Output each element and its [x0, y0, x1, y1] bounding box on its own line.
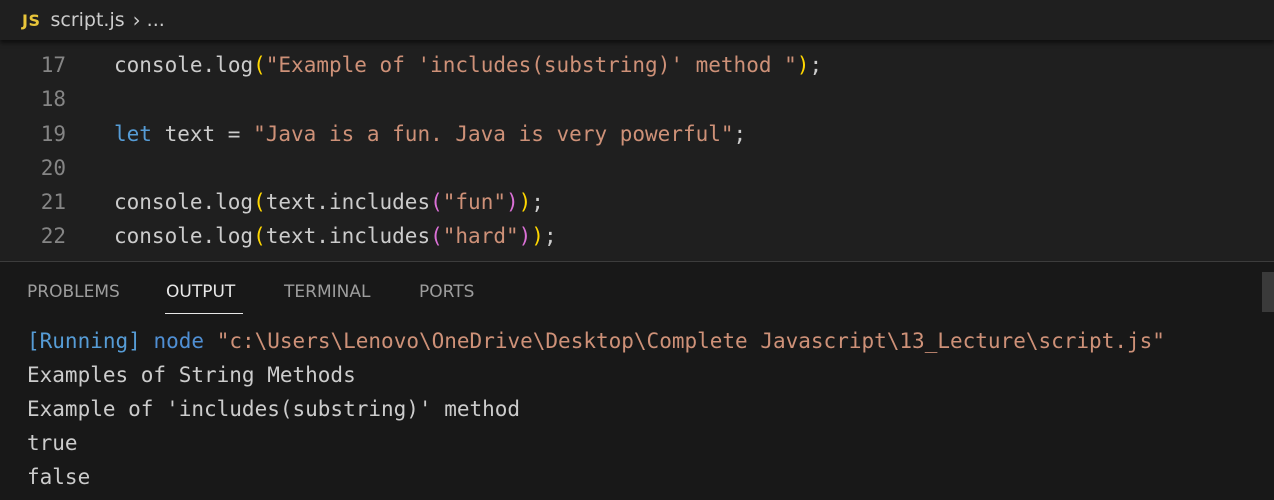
code-token: text.includes	[265, 190, 431, 214]
bottom-panel: PROBLEMS OUTPUT TERMINAL PORTS [Running]…	[0, 262, 1274, 500]
tab-ports[interactable]: PORTS	[419, 282, 474, 302]
code-token: ;	[809, 53, 823, 77]
line-code[interactable]: let text = "Java is a fun. Java is very …	[114, 117, 746, 151]
code-token: (	[253, 224, 266, 248]
code-editor[interactable]: 17 console.log("Example of 'includes(subs…	[0, 40, 1274, 261]
code-token: )	[518, 190, 532, 214]
line-code[interactable]: console.log(text.includes("hard"));	[114, 219, 557, 253]
code-line[interactable]: 21 console.log(text.includes("fun"));	[0, 185, 1274, 219]
code-token: log	[215, 53, 254, 77]
run-path: "c:\Users\Lenovo\OneDrive\Desktop\Comple…	[216, 329, 1165, 353]
output-line: true	[27, 431, 78, 455]
active-tab-indicator	[165, 313, 243, 314]
code-token: ;	[733, 122, 747, 146]
line-number: 17	[40, 53, 66, 77]
breadcrumb-more[interactable]: ...	[147, 9, 165, 31]
chevron-right-icon: ›	[132, 8, 141, 32]
line-number: 20	[40, 156, 66, 180]
output-line: Examples of String Methods	[27, 363, 356, 387]
code-token: )	[505, 190, 519, 214]
output-line: false	[27, 465, 91, 489]
code-line[interactable]: 22 console.log(text.includes("hard"));	[0, 219, 1274, 253]
code-token: ;	[531, 190, 544, 214]
code-token: )	[796, 53, 810, 77]
javascript-file-icon: JS	[22, 10, 41, 30]
code-token: (	[430, 190, 443, 214]
breadcrumb-file[interactable]: script.js	[50, 9, 124, 31]
line-number: 18	[40, 87, 66, 111]
code-token: (	[253, 53, 266, 77]
code-token: console.log	[114, 224, 254, 248]
line-number: 22	[40, 224, 66, 248]
breadcrumb: JS script.js › ...	[0, 0, 1274, 40]
code-token: "hard"	[442, 224, 519, 248]
code-line[interactable]: 17 console.log("Example of 'includes(subs…	[0, 48, 1274, 82]
code-token: )	[518, 224, 532, 248]
code-token: .	[202, 53, 216, 77]
line-code[interactable]: console.log(text.includes("fun"));	[114, 185, 544, 219]
code-token: let	[114, 122, 152, 146]
code-token: "fun"	[442, 190, 506, 214]
code-token: text.includes	[265, 224, 431, 248]
panel-scrollbar[interactable]	[1262, 272, 1274, 312]
code-token: )	[531, 224, 544, 248]
tab-problems[interactable]: PROBLEMS	[27, 282, 120, 302]
code-token: console	[114, 53, 203, 77]
tab-terminal[interactable]: TERMINAL	[284, 282, 370, 302]
line-number: 21	[40, 190, 66, 214]
line-number: 19	[40, 122, 66, 146]
tab-output[interactable]: OUTPUT	[166, 282, 235, 302]
code-token: ;	[543, 224, 557, 248]
code-token: text =	[151, 122, 254, 146]
run-command: node	[153, 329, 205, 353]
running-tag: [Running]	[27, 329, 141, 353]
code-token: "Example of 'includes(substring)' method…	[265, 53, 797, 77]
code-token: console.log	[114, 190, 254, 214]
code-token: (	[430, 224, 443, 248]
output-running-line: [Running] node "c:\Users\Lenovo\OneDrive…	[27, 324, 1165, 358]
code-token: "Java is a fun. Java is very powerful"	[253, 122, 734, 146]
code-line[interactable]: 20	[0, 151, 1274, 185]
code-token: (	[253, 190, 266, 214]
output-line: Example of 'includes(substring)' method	[27, 397, 521, 421]
line-code[interactable]: console.log("Example of 'includes(substr…	[114, 48, 822, 82]
code-line[interactable]: 18	[0, 82, 1274, 116]
code-line[interactable]: 19 let text = "Java is a fun. Java is ver…	[0, 117, 1274, 151]
